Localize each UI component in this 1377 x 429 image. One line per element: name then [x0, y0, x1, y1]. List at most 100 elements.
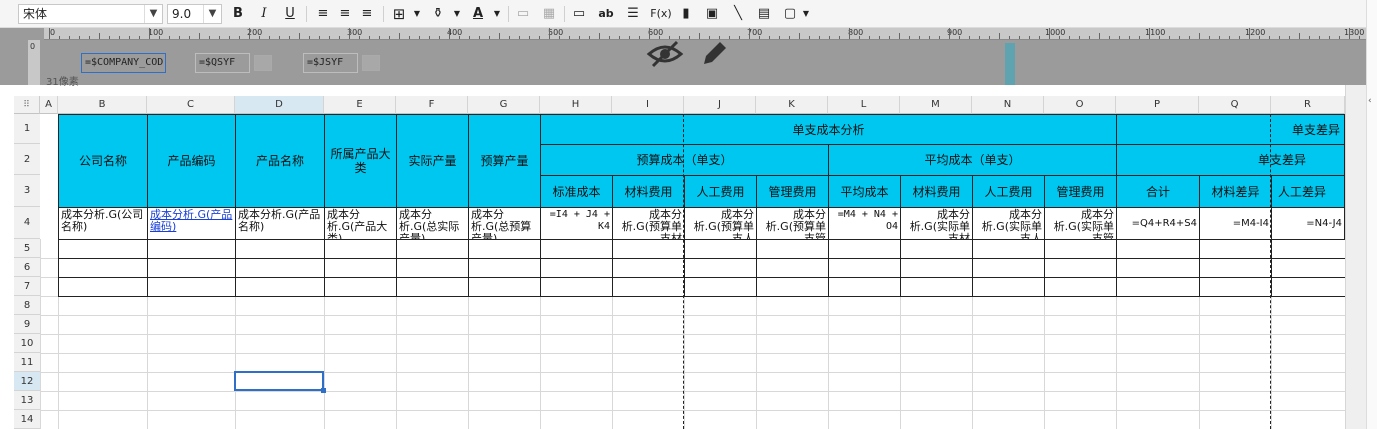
- empty-cell[interactable]: [900, 258, 973, 278]
- column-header[interactable]: M: [900, 96, 972, 114]
- empty-cell[interactable]: [540, 239, 613, 259]
- empty-cell[interactable]: [828, 277, 901, 297]
- header-cell-product-name[interactable]: 产品名称: [235, 114, 325, 208]
- chevron-down-icon[interactable]: ▼: [407, 5, 427, 23]
- header-cell-actual-output[interactable]: 实际产量: [396, 114, 469, 208]
- empty-cell[interactable]: [900, 277, 973, 297]
- row-header[interactable]: 2: [14, 144, 40, 175]
- split-cells-icon[interactable]: ▦: [539, 5, 559, 23]
- edit-pencil-icon[interactable]: [698, 38, 730, 70]
- empty-cell[interactable]: [1271, 258, 1346, 278]
- align-left-icon[interactable]: ≡: [313, 5, 333, 23]
- data-cell-category[interactable]: 成本分析.G(产品大类): [324, 207, 397, 240]
- row-header[interactable]: 10: [14, 334, 40, 353]
- empty-cell[interactable]: [972, 258, 1045, 278]
- data-cell-standard-cost-formula[interactable]: =I4 + J4 + K4: [540, 207, 613, 240]
- empty-cell[interactable]: [235, 239, 325, 259]
- empty-cell[interactable]: [1116, 277, 1200, 297]
- empty-cell[interactable]: [58, 277, 148, 297]
- slash-line-icon[interactable]: ╲: [728, 5, 748, 23]
- header-cell-product-code[interactable]: 产品编码: [147, 114, 236, 208]
- empty-cell[interactable]: [1199, 258, 1272, 278]
- empty-cell[interactable]: [58, 239, 148, 259]
- column-header[interactable]: R: [1271, 96, 1345, 114]
- jsyf-param-field[interactable]: =$JSYF: [303, 53, 358, 73]
- header-cell-standard-cost[interactable]: 标准成本: [540, 175, 613, 208]
- header-cell-category[interactable]: 所属产品大类: [324, 114, 397, 208]
- column-header[interactable]: Q: [1199, 96, 1271, 114]
- header-cell-material-cost[interactable]: 材料费用: [900, 175, 973, 208]
- row-header[interactable]: 3: [14, 175, 40, 207]
- empty-cell[interactable]: [972, 239, 1045, 259]
- empty-cell[interactable]: [828, 258, 901, 278]
- font-color-icon[interactable]: A: [468, 5, 488, 23]
- header-cell-total[interactable]: 合计: [1116, 175, 1200, 208]
- row-header[interactable]: 8: [14, 296, 40, 315]
- empty-cell[interactable]: [756, 277, 829, 297]
- data-cell-actual-output[interactable]: 成本分析.G(总实际产量): [396, 207, 469, 240]
- empty-cell[interactable]: [324, 239, 397, 259]
- row-header[interactable]: 14: [14, 410, 40, 429]
- qsyf-param-field[interactable]: =$QSYF: [195, 53, 250, 73]
- row-header[interactable]: 9: [14, 315, 40, 334]
- empty-cell[interactable]: [1199, 277, 1272, 297]
- image-icon[interactable]: ▣: [702, 5, 722, 23]
- empty-cell[interactable]: [684, 239, 757, 259]
- empty-cell[interactable]: [612, 258, 685, 278]
- row-header-selected[interactable]: 12: [14, 372, 40, 391]
- fill-color-icon[interactable]: ⚱: [428, 5, 448, 23]
- column-header[interactable]: F: [396, 96, 468, 114]
- hide-eye-icon[interactable]: [645, 38, 685, 70]
- row-header[interactable]: 1: [14, 114, 40, 144]
- empty-cell[interactable]: [147, 239, 236, 259]
- column-header[interactable]: E: [324, 96, 396, 114]
- align-right-icon[interactable]: ≡: [357, 5, 377, 23]
- column-header-selected[interactable]: D: [235, 96, 324, 114]
- empty-cell[interactable]: [235, 258, 325, 278]
- column-header[interactable]: G: [468, 96, 540, 114]
- empty-cell[interactable]: [1116, 258, 1200, 278]
- column-header[interactable]: B: [58, 96, 147, 114]
- formula-icon[interactable]: F(x): [649, 5, 673, 23]
- vertical-scrollbar[interactable]: [1345, 85, 1366, 429]
- data-cell-budget-material[interactable]: 成本分析.G(预算单支材: [612, 207, 685, 240]
- header-cell-material-diff[interactable]: 材料差异: [1199, 175, 1272, 208]
- row-header[interactable]: 4: [14, 207, 40, 239]
- data-cell-budget-management[interactable]: 成本分析.G(预算单支管: [756, 207, 829, 240]
- header-cell-labor-cost[interactable]: 人工费用: [972, 175, 1045, 208]
- band-resize-handle[interactable]: [1005, 43, 1015, 85]
- header-cell-unit-diff-top[interactable]: 单支差异: [1116, 114, 1345, 145]
- empty-cell[interactable]: [468, 277, 541, 297]
- empty-cell[interactable]: [147, 277, 236, 297]
- data-cell-average-cost-formula[interactable]: =M4 + N4 + O4: [828, 207, 901, 240]
- header-cell-labor-diff[interactable]: 人工差异: [1271, 175, 1345, 208]
- empty-cell[interactable]: [58, 258, 148, 278]
- chevron-down-icon[interactable]: ▼: [447, 5, 467, 23]
- header-cell-avg-cost[interactable]: 平均成本（单支）: [828, 144, 1117, 176]
- column-header[interactable]: J: [684, 96, 756, 114]
- empty-cell[interactable]: [1044, 258, 1117, 278]
- empty-cell[interactable]: [1271, 277, 1346, 297]
- company-param-field[interactable]: =$COMPANY_COD: [81, 53, 166, 73]
- empty-cell[interactable]: [756, 258, 829, 278]
- empty-cell[interactable]: [468, 239, 541, 259]
- align-center-icon[interactable]: ≡: [335, 5, 355, 23]
- data-cell-product-code-link[interactable]: 成本分析.G(产品编码): [147, 207, 236, 240]
- data-cell-budget-labor[interactable]: 成本分析.G(预算单支人: [684, 207, 757, 240]
- column-header[interactable]: L: [828, 96, 900, 114]
- empty-cell[interactable]: [324, 277, 397, 297]
- bar-chart-icon[interactable]: ▮: [676, 5, 696, 23]
- data-cell-material-diff-formula[interactable]: =M4-I4: [1199, 207, 1272, 240]
- header-cell-company[interactable]: 公司名称: [58, 114, 148, 208]
- chevron-down-icon[interactable]: ▼: [796, 5, 816, 23]
- header-cell-budget-output[interactable]: 预算产量: [468, 114, 541, 208]
- row-header[interactable]: 6: [14, 258, 40, 277]
- column-header[interactable]: O: [1044, 96, 1116, 114]
- header-cell-average-cost[interactable]: 平均成本: [828, 175, 901, 208]
- row-header[interactable]: 11: [14, 353, 40, 372]
- data-cell-company[interactable]: 成本分析.G(公司名称): [58, 207, 148, 240]
- data-cell-actual-material[interactable]: 成本分析.G(实际单支材: [900, 207, 973, 240]
- data-cell-actual-labor[interactable]: 成本分析.G(实际单支人: [972, 207, 1045, 240]
- header-cell-management-cost[interactable]: 管理费用: [1044, 175, 1117, 208]
- empty-cell[interactable]: [900, 239, 973, 259]
